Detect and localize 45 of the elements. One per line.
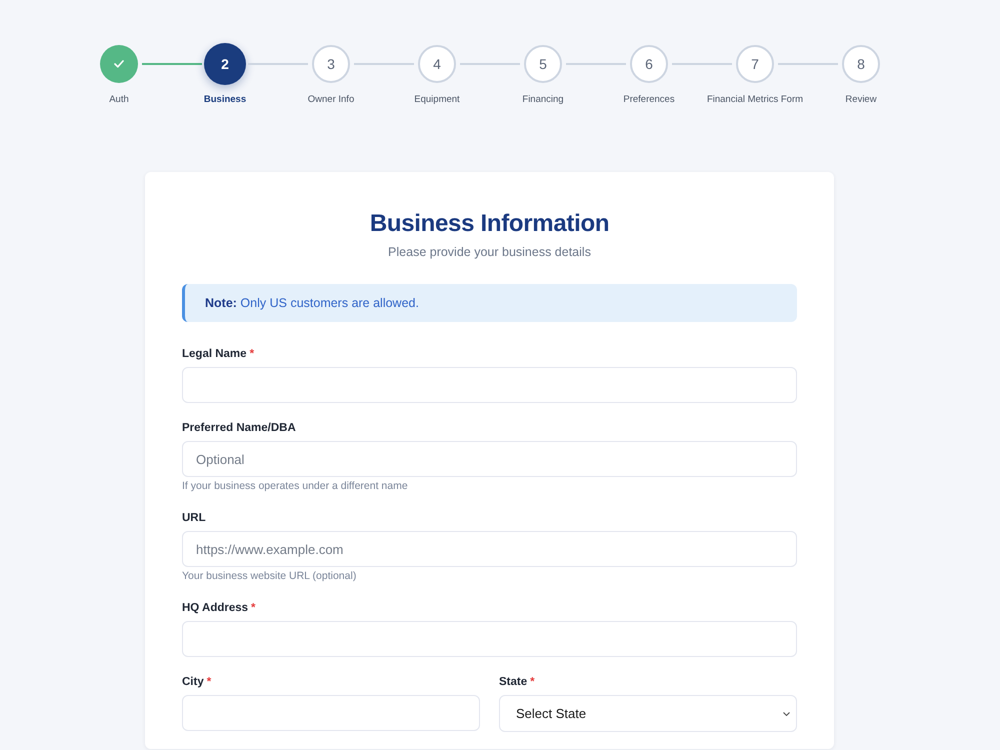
form-title: Business Information xyxy=(368,209,610,239)
connector-line xyxy=(248,62,308,66)
note-banner: Note: Only US customers are allowed. xyxy=(182,284,797,322)
form-subtitle: Please provide your business details xyxy=(387,244,592,261)
caret-icon xyxy=(783,712,790,716)
field-label: Legal Name xyxy=(182,347,247,362)
step-label: Preferences xyxy=(623,93,675,107)
field-label: HQ Address xyxy=(182,601,248,616)
connector-line xyxy=(354,62,414,66)
field-label: City xyxy=(182,675,204,690)
select-dropdown[interactable]: Select State xyxy=(499,695,797,732)
step-circle: 3 xyxy=(312,45,350,83)
step-label: Owner Info xyxy=(308,93,354,107)
input-field[interactable]: https://www.example.com xyxy=(182,531,797,567)
check-icon xyxy=(114,60,124,68)
step-label: Equipment xyxy=(414,93,460,107)
required-asterisk: * xyxy=(250,347,254,362)
step-label: Review xyxy=(845,93,877,107)
step-label: Financing xyxy=(522,93,564,107)
input-field[interactable] xyxy=(182,695,480,731)
input-field[interactable]: Optional xyxy=(182,441,797,477)
connector-line xyxy=(142,62,202,66)
field-hint: Your business website URL (optional) xyxy=(182,569,358,583)
step-label: Financial Metrics Form xyxy=(706,93,804,107)
field-label: State xyxy=(499,675,528,690)
step-circle: 6 xyxy=(630,45,668,83)
required-asterisk: * xyxy=(206,675,212,690)
input-field[interactable] xyxy=(182,621,797,657)
connector-line xyxy=(566,62,626,66)
field-hint: If your business operates under a different name xyxy=(182,479,409,493)
field-label: Preferred Name/DBA xyxy=(182,421,296,436)
step-circle: 2 xyxy=(204,43,246,85)
step-circle: 7 xyxy=(736,45,774,83)
step-circle: 5 xyxy=(524,45,562,83)
required-asterisk: * xyxy=(251,601,256,616)
field-label: URL xyxy=(182,511,206,526)
required-asterisk: * xyxy=(530,675,535,690)
connector-line xyxy=(672,62,732,66)
step-circle: 8 xyxy=(842,45,880,83)
step-label: Auth xyxy=(109,93,129,107)
step-circle: 4 xyxy=(418,45,456,83)
step-label: Business xyxy=(204,93,246,107)
input-field[interactable] xyxy=(182,367,797,403)
connector-line xyxy=(778,62,838,66)
connector-line xyxy=(460,62,520,66)
